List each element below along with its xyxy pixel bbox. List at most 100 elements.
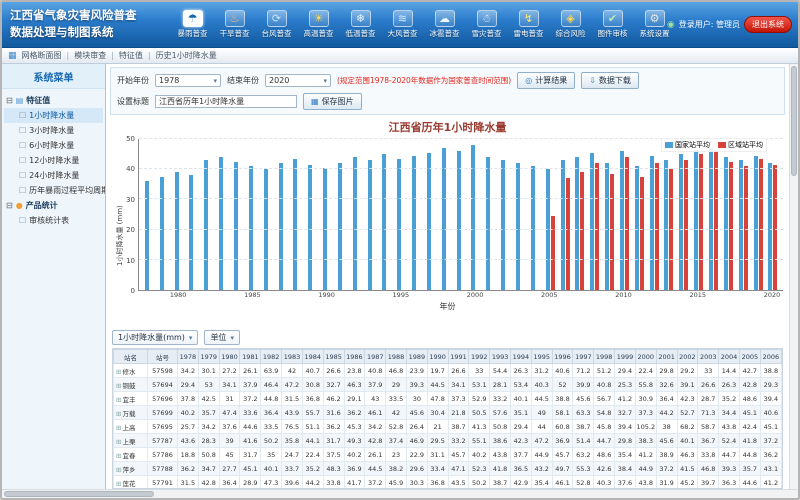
bar-group-2006[interactable] (558, 139, 573, 290)
column-header-year[interactable]: 1980 (219, 350, 240, 364)
bar-group-1998[interactable] (439, 139, 454, 290)
bar-1992[interactable] (353, 157, 357, 290)
column-header-year[interactable]: 1993 (490, 350, 511, 364)
bar-2018[interactable] (739, 160, 743, 290)
bar-group-2002[interactable] (498, 139, 513, 290)
save-image-button[interactable]: ▦ 保存图片 (303, 93, 362, 110)
column-header-year[interactable]: 2004 (719, 350, 740, 364)
checkbox-icon[interactable]: ☐ (19, 111, 26, 120)
bar-1998[interactable] (442, 148, 446, 290)
column-header-year[interactable]: 1982 (261, 350, 282, 364)
module-heat[interactable]: ☀高温普查 (298, 10, 339, 39)
bar-2005[interactable] (551, 216, 555, 290)
breadcrumb-item[interactable]: 模块审查 (74, 50, 106, 61)
column-header-year[interactable]: 2005 (739, 350, 760, 364)
bar-2009[interactable] (610, 174, 614, 290)
legend-item[interactable]: 区域站平均 (718, 140, 763, 150)
column-header-year[interactable]: 1989 (406, 350, 427, 364)
column-header-year[interactable]: 1998 (594, 350, 615, 364)
column-header-year[interactable]: 1991 (448, 350, 469, 364)
breadcrumb-item[interactable]: 网格断面图 (22, 50, 62, 61)
bar-2008[interactable] (590, 153, 594, 290)
bar-1984[interactable] (234, 162, 238, 290)
bar-group-1986[interactable] (261, 139, 276, 290)
bar-group-2020[interactable] (765, 139, 780, 290)
bar-2002[interactable] (501, 160, 505, 290)
checkbox-icon[interactable]: ☐ (19, 216, 26, 225)
checkbox-icon[interactable]: ☐ (19, 126, 26, 135)
module-review[interactable]: ✔图件审核 (592, 10, 633, 39)
module-snow[interactable]: ☃雪灾普查 (466, 10, 507, 39)
checkbox-icon[interactable]: ☐ (19, 156, 26, 165)
bar-group-1999[interactable] (454, 139, 469, 290)
tree-item[interactable]: ☐12小时降水量 (4, 153, 103, 168)
bar-group-1992[interactable] (350, 139, 365, 290)
bar-group-1996[interactable] (409, 139, 424, 290)
bar-group-2001[interactable] (483, 139, 498, 290)
bar-1991[interactable] (338, 163, 342, 290)
bar-group-1987[interactable] (276, 139, 291, 290)
bar-group-2003[interactable] (513, 139, 528, 290)
bar-1996[interactable] (412, 156, 416, 290)
vertical-scrollbar-thumb[interactable] (791, 66, 797, 176)
bar-2015[interactable] (694, 150, 698, 290)
bar-1994[interactable] (382, 154, 386, 290)
expand-icon[interactable]: ⊞ (116, 438, 121, 446)
bar-group-2008[interactable] (587, 139, 602, 290)
bar-1981[interactable] (189, 175, 193, 290)
bar-group-1989[interactable] (305, 139, 320, 290)
column-header-year[interactable]: 2002 (677, 350, 698, 364)
bar-group-2019[interactable] (751, 139, 766, 290)
column-header-year[interactable]: 1988 (386, 350, 407, 364)
table-row[interactable]: ⊞宜春5778618.850.84531.73524.722.437.540.2… (114, 448, 782, 462)
tree-item[interactable]: ☐3小时降水量 (4, 123, 103, 138)
bar-group-1988[interactable] (290, 139, 305, 290)
bar-group-1985[interactable] (246, 139, 261, 290)
checkbox-icon[interactable]: ☐ (19, 141, 26, 150)
module-typhoon[interactable]: ⟳台风普查 (256, 10, 297, 39)
bar-group-2018[interactable] (736, 139, 751, 290)
module-rainstorm[interactable]: ☂暴雨普查 (172, 10, 213, 39)
bar-group-2012[interactable] (647, 139, 662, 290)
bar-2017[interactable] (729, 162, 733, 290)
bar-group-1991[interactable] (335, 139, 350, 290)
table-row[interactable]: ⊞莲花5779131.542.836.428.947.339.644.233.8… (114, 476, 782, 490)
bar-2013[interactable] (664, 160, 668, 290)
bar-group-1981[interactable] (187, 139, 202, 290)
bar-1995[interactable] (397, 159, 401, 290)
table-row[interactable]: ⊞上高5769525.734.237.644.633.576.551.136.2… (114, 420, 782, 434)
module-wind[interactable]: ≋大风普查 (382, 10, 423, 39)
tree-item[interactable]: ☐1小时降水量 (4, 108, 103, 123)
bar-1988[interactable] (293, 159, 297, 290)
expand-icon[interactable]: ⊞ (116, 382, 121, 390)
bar-group-1997[interactable] (424, 139, 439, 290)
tree-item[interactable]: ☐审核统计表 (4, 213, 103, 228)
column-header-year[interactable]: 1996 (552, 350, 573, 364)
column-header-year[interactable]: 1990 (427, 350, 448, 364)
collapse-icon[interactable]: ⊟ (6, 201, 13, 210)
table-metric-select[interactable]: 1小时降水量(mm) ▾ (112, 330, 198, 345)
bar-2007[interactable] (580, 172, 584, 290)
column-header-year[interactable]: 1999 (615, 350, 636, 364)
start-year-select[interactable]: 1978 ▾ (155, 74, 221, 87)
table-row[interactable]: ⊞修水5759834.230.127.226.163.94240.726.623… (114, 364, 782, 378)
legend-item[interactable]: 国家站平均 (665, 140, 710, 150)
collapse-icon[interactable]: ⊟ (6, 96, 13, 105)
column-header-year[interactable]: 1995 (531, 350, 552, 364)
bar-2000[interactable] (471, 145, 475, 290)
bar-group-1993[interactable] (365, 139, 380, 290)
module-drought[interactable]: ♨干旱普查 (214, 10, 255, 39)
bar-2010[interactable] (620, 151, 624, 290)
column-header-year[interactable]: 2003 (698, 350, 719, 364)
bar-2019[interactable] (754, 156, 758, 290)
column-header-station[interactable]: 站名 (114, 350, 148, 364)
bar-group-1978[interactable] (142, 139, 157, 290)
bar-1993[interactable] (368, 160, 372, 290)
bar-2015[interactable] (699, 154, 703, 290)
bar-group-2011[interactable] (632, 139, 647, 290)
checkbox-icon[interactable]: ☐ (19, 171, 26, 180)
bar-group-2009[interactable] (602, 139, 617, 290)
bar-1989[interactable] (308, 165, 312, 290)
column-header-year[interactable]: 1978 (178, 350, 199, 364)
bar-group-2004[interactable] (528, 139, 543, 290)
